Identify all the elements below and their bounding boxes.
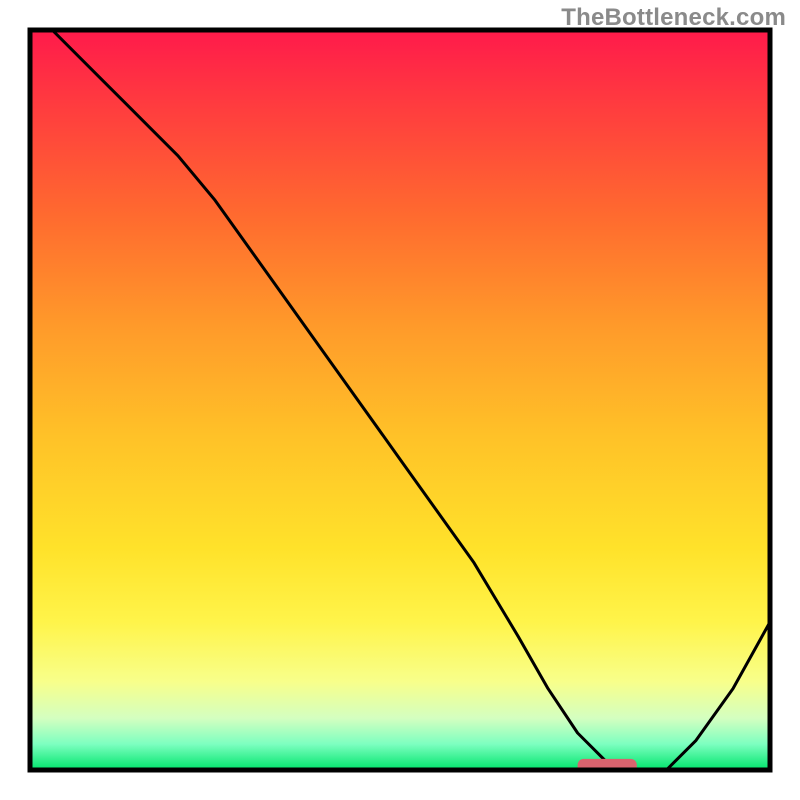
chart-frame: TheBottleneck.com (0, 0, 800, 800)
bottleneck-chart (0, 0, 800, 800)
gradient-background (30, 30, 770, 770)
watermark-text: TheBottleneck.com (561, 4, 786, 32)
